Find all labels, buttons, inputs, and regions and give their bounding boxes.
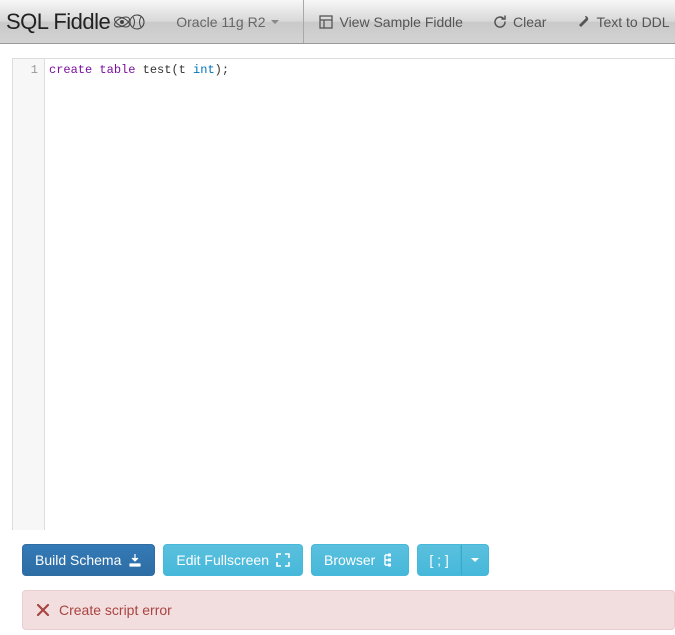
sql-editor[interactable]: 1 create table test(t int); xyxy=(12,58,675,530)
wrench-icon xyxy=(576,15,590,29)
editor-code[interactable]: create table test(t int); xyxy=(45,59,675,530)
terminator-select: [ ; ] xyxy=(417,544,488,576)
atom-icon xyxy=(112,12,146,32)
layout-icon xyxy=(319,15,333,29)
alert-message: Create script error xyxy=(59,602,172,618)
close-icon[interactable] xyxy=(37,604,49,616)
terminator-dropdown-toggle[interactable] xyxy=(461,544,489,576)
terminator-button[interactable]: [ ; ] xyxy=(417,544,460,576)
db-engine-select[interactable]: Oracle 11g R2 xyxy=(158,0,304,43)
editor-gutter: 1 xyxy=(13,59,45,530)
action-toolbar: Build Schema Edit Fullscreen Browser [ ;… xyxy=(0,530,675,576)
brand-text: SQL Fiddle xyxy=(6,9,110,35)
nav-actions: View Sample Fiddle Clear Text to DDL xyxy=(304,0,675,43)
download-icon xyxy=(128,553,142,567)
view-sample-fiddle-button[interactable]: View Sample Fiddle xyxy=(304,0,477,43)
clear-button[interactable]: Clear xyxy=(478,0,561,43)
nav-label: Clear xyxy=(513,14,546,30)
chevron-down-icon xyxy=(271,20,279,24)
button-label: Browser xyxy=(324,552,375,568)
tree-icon xyxy=(382,553,396,567)
button-label: Edit Fullscreen xyxy=(176,552,269,568)
edit-fullscreen-button[interactable]: Edit Fullscreen xyxy=(163,544,303,576)
text-to-ddl-button[interactable]: Text to DDL xyxy=(561,0,675,43)
button-label: Build Schema xyxy=(35,552,121,568)
browser-button[interactable]: Browser xyxy=(311,544,409,576)
build-schema-button[interactable]: Build Schema xyxy=(22,544,155,576)
db-engine-label: Oracle 11g R2 xyxy=(176,14,265,30)
chevron-down-icon xyxy=(471,558,479,562)
nav-label: View Sample Fiddle xyxy=(339,14,462,30)
line-number: 1 xyxy=(13,62,44,79)
refresh-icon xyxy=(493,15,507,29)
fullscreen-icon xyxy=(276,553,290,567)
error-alert: Create script error xyxy=(22,590,675,630)
button-label: [ ; ] xyxy=(429,552,448,568)
nav-label: Text to DDL xyxy=(596,14,669,30)
navbar: SQL Fiddle Oracle 11g R2 View Sample Fid… xyxy=(0,0,675,44)
brand-logo[interactable]: SQL Fiddle xyxy=(0,0,158,43)
